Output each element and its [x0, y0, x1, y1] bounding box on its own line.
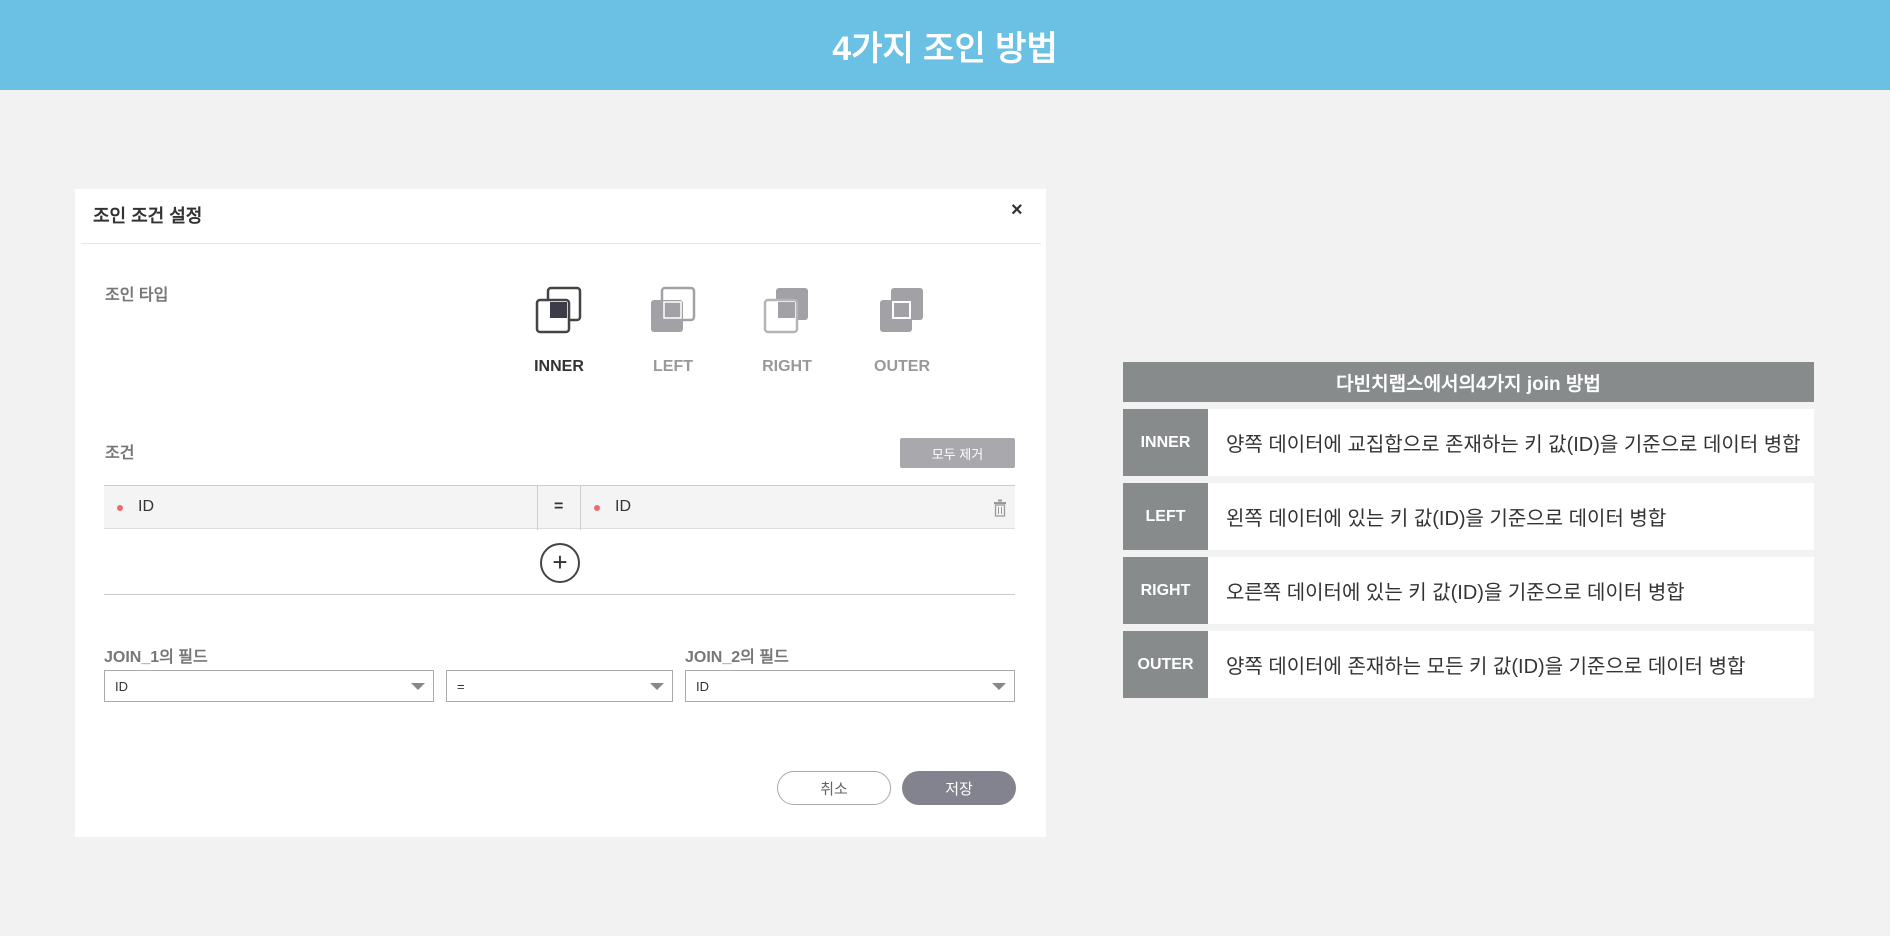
close-icon[interactable]: × [1011, 199, 1023, 222]
join1-field-label: JOIN_1의 필드 [104, 649, 208, 666]
condition-operator: = [554, 498, 564, 515]
divider [537, 486, 538, 530]
condition-label: 조건 [105, 445, 135, 462]
join2-field-label: JOIN_2의 필드 [685, 649, 789, 666]
join-type-label: 조인 타입 [105, 287, 169, 304]
inner-join-icon [535, 286, 582, 334]
description-cell: 양쪽 데이터에 존재하는 모든 키 값(ID)을 기준으로 데이터 병합 [1226, 656, 1746, 678]
join-type-cell: LEFT [1123, 483, 1208, 550]
divider [81, 243, 1041, 244]
join-methods-table: 다빈치랩스에서의4가지 join 방법 INNER 양쪽 데이터에 교집합으로 … [1123, 362, 1814, 698]
divider [580, 486, 581, 530]
join-type-cell: OUTER [1123, 631, 1208, 698]
join-type-right[interactable]: RIGHT [747, 286, 827, 376]
description-cell: 양쪽 데이터에 교집합으로 존재하는 키 값(ID)을 기준으로 데이터 병합 [1226, 434, 1801, 456]
chevron-down-icon [650, 683, 664, 690]
trash-icon[interactable] [993, 499, 1007, 517]
join-type-outer[interactable]: OUTER [862, 286, 942, 376]
clear-all-button[interactable]: 모두 제거 [900, 438, 1015, 468]
left-join-icon [651, 286, 696, 332]
join-type-cell: RIGHT [1123, 557, 1208, 624]
join-type-left[interactable]: LEFT [633, 286, 713, 376]
table-row: RIGHT 오른쪽 데이터에 있는 키 값(ID)을 기준으로 데이터 병합 [1123, 557, 1814, 624]
condition-left-field[interactable]: ID [138, 498, 154, 516]
chevron-down-icon [411, 683, 425, 690]
dialog-title: 조인 조건 설정 [93, 206, 203, 226]
required-dot-icon [594, 505, 600, 511]
outer-join-icon [880, 288, 923, 332]
divider [104, 594, 1015, 595]
page-title: 4가지 조인 방법 [0, 0, 1890, 90]
save-button[interactable]: 저장 [902, 771, 1016, 805]
cancel-button[interactable]: 취소 [777, 771, 891, 805]
join-condition-dialog: 조인 조건 설정 × 조인 타입 INNER LEFT RIGHT OUTER … [75, 189, 1046, 837]
join-type-inner[interactable]: INNER [519, 286, 599, 376]
table-row: OUTER 양쪽 데이터에 존재하는 모든 키 값(ID)을 기준으로 데이터 … [1123, 631, 1814, 698]
add-condition-button[interactable]: + [540, 543, 580, 583]
join2-field-select[interactable]: ID [685, 670, 1015, 702]
required-dot-icon [117, 505, 123, 511]
table-row: INNER 양쪽 데이터에 교집합으로 존재하는 키 값(ID)을 기준으로 데… [1123, 409, 1814, 476]
operator-select[interactable]: = [446, 670, 673, 702]
table-row: LEFT 왼쪽 데이터에 있는 키 값(ID)을 기준으로 데이터 병합 [1123, 483, 1814, 550]
right-join-icon [763, 288, 808, 334]
join-type-cell: INNER [1123, 409, 1208, 476]
chevron-down-icon [992, 683, 1006, 690]
condition-right-field[interactable]: ID [615, 498, 631, 516]
description-cell: 왼쪽 데이터에 있는 키 값(ID)을 기준으로 데이터 병합 [1226, 508, 1667, 530]
join1-field-select[interactable]: ID [104, 670, 434, 702]
condition-row[interactable]: ID = ID [104, 485, 1015, 530]
description-cell: 오른쪽 데이터에 있는 키 값(ID)을 기준으로 데이터 병합 [1226, 582, 1685, 604]
table-title: 다빈치랩스에서의4가지 join 방법 [1123, 362, 1814, 402]
